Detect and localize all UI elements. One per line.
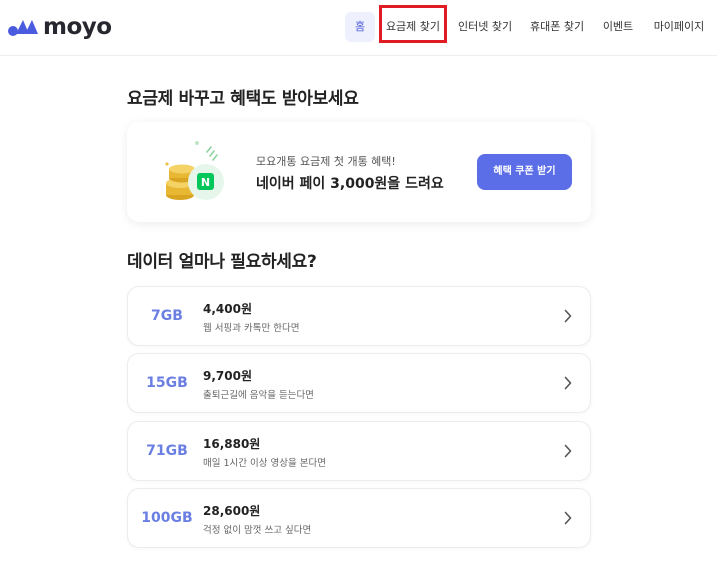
nav-home[interactable]: 홈 xyxy=(345,12,375,42)
plan-price: 9,700원 xyxy=(203,369,252,383)
plan-desc: 걱정 없이 맘껏 쓰고 싶다면 xyxy=(203,525,312,536)
plan-gb: 15GB xyxy=(146,375,188,391)
section-title-benefits: 요금제 바꾸고 혜택도 받아보세요 xyxy=(127,89,359,109)
plan-card-7gb[interactable]: 7GB 4,400원 웹 서핑과 카톡만 한다면 xyxy=(127,286,591,346)
plan-gb: 7GB xyxy=(151,308,183,324)
nav-mypage[interactable]: 마이페이지 xyxy=(653,12,705,42)
plan-desc: 웹 서핑과 카톡만 한다면 xyxy=(203,323,300,334)
nav-event[interactable]: 이벤트 xyxy=(601,12,635,42)
plan-desc: 출퇴근길에 음악을 듣는다면 xyxy=(203,390,314,401)
chevron-right-icon xyxy=(564,511,572,525)
coins-naverpay-icon xyxy=(165,141,224,200)
naver-badge: N xyxy=(201,176,210,189)
plan-desc: 매일 1시간 이상 영상을 본다면 xyxy=(203,458,327,469)
promo-subtitle: 모요개통 요금제 첫 개통 혜택! xyxy=(256,155,396,168)
highlight-box xyxy=(379,5,447,43)
plan-card-71gb[interactable]: 71GB 16,880원 매일 1시간 이상 영상을 본다면 xyxy=(127,421,591,481)
get-coupon-button[interactable]: 혜택 쿠폰 받기 xyxy=(477,154,572,190)
plan-gb: 71GB xyxy=(146,443,188,459)
plan-price: 4,400원 xyxy=(203,302,252,316)
plan-card-100gb[interactable]: 100GB 28,600원 걱정 없이 맘껏 쓰고 싶다면 xyxy=(127,488,591,548)
plan-card-15gb[interactable]: 15GB 9,700원 출퇴근길에 음악을 듣는다면 xyxy=(127,353,591,413)
nav-find-internet[interactable]: 인터넷 찾기 xyxy=(458,12,512,42)
chevron-right-icon xyxy=(564,444,572,458)
naver-badge-letter: N xyxy=(201,176,210,189)
plan-gb: 100GB xyxy=(141,510,193,526)
top-header: moyo 홈 요금제 찾기 인터넷 찾기 휴대폰 찾기 이벤트 마이페이지 xyxy=(0,0,717,56)
plan-price: 28,600원 xyxy=(203,504,261,518)
nav-find-phone[interactable]: 휴대폰 찾기 xyxy=(530,12,584,42)
main-nav: 홈 요금제 찾기 인터넷 찾기 휴대폰 찾기 이벤트 마이페이지 xyxy=(0,12,717,42)
section-title-data: 데이터 얼마나 필요하세요? xyxy=(127,252,317,272)
chevron-right-icon xyxy=(564,376,572,390)
promo-card[interactable]: N 모요개통 요금제 첫 개통 혜택! 네이버 페이 3,000원을 드려요 혜… xyxy=(127,122,591,222)
promo-title: 네이버 페이 3,000원을 드려요 xyxy=(256,176,444,192)
chevron-right-icon xyxy=(564,309,572,323)
plan-price: 16,880원 xyxy=(203,437,261,451)
